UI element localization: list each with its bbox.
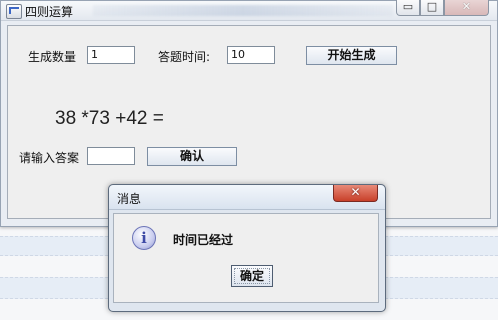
answer-input[interactable] xyxy=(87,147,135,165)
dialog-close-button[interactable]: ✕ xyxy=(333,185,378,202)
info-icon: i xyxy=(132,226,156,250)
maximize-button[interactable]: □ xyxy=(420,0,444,16)
count-label: 生成数量 xyxy=(28,50,77,64)
dialog-message: 时间已经过 xyxy=(173,233,234,247)
dialog-body: i 时间已经过 确定 xyxy=(113,213,379,303)
message-dialog: 消息 ✕ i 时间已经过 确定 xyxy=(108,184,386,312)
count-input[interactable]: 1 xyxy=(87,46,135,64)
generate-button[interactable]: 开始生成 xyxy=(306,46,397,65)
close-button[interactable]: ✕ xyxy=(444,0,489,16)
time-label: 答题时间: xyxy=(158,50,211,64)
confirm-button[interactable]: 确认 xyxy=(147,147,237,166)
time-input[interactable]: 10 xyxy=(227,46,275,64)
window-title: 四则运算 xyxy=(25,5,74,19)
app-icon xyxy=(6,4,22,19)
ok-button[interactable]: 确定 xyxy=(231,265,273,287)
blurred-background-text xyxy=(93,5,393,16)
minimize-button[interactable]: ▭ xyxy=(396,0,420,16)
equation-display: 38 *73 +42 = xyxy=(55,108,164,129)
dialog-title: 消息 xyxy=(117,192,142,206)
answer-label: 请输入答案 xyxy=(19,151,80,165)
